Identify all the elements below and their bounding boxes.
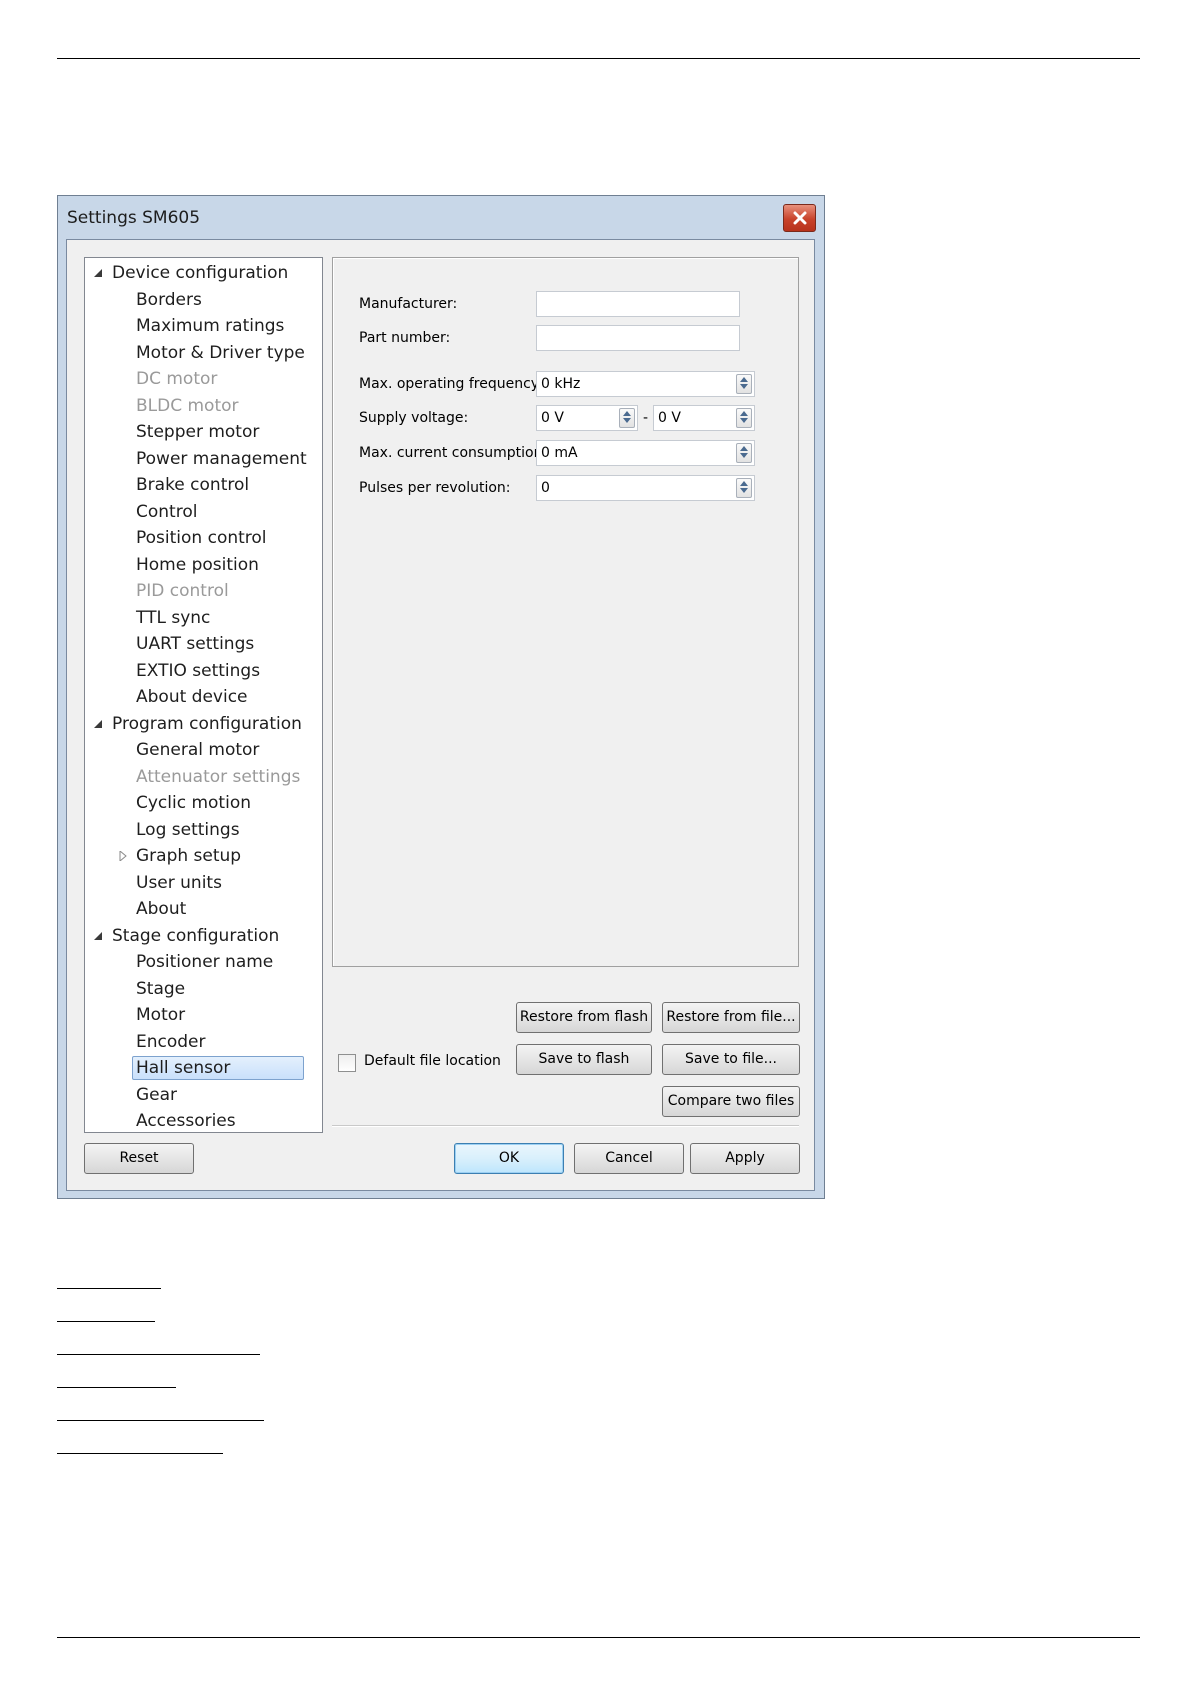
tree-item-pid-control[interactable]: PID control: [136, 579, 229, 603]
tree-item-device-configuration[interactable]: Device configuration: [112, 261, 288, 285]
collapse-arrow-icon[interactable]: [93, 719, 103, 729]
window-title: Settings SM605: [67, 208, 201, 228]
tree-item-borders[interactable]: Borders: [136, 288, 202, 312]
tree-item-accessories[interactable]: Accessories: [136, 1109, 236, 1133]
tree-item-ttl-sync[interactable]: TTL sync: [136, 606, 210, 630]
dialog-client: Device configuration Borders Maximum ratin…: [66, 239, 815, 1191]
tree-item-program-configuration[interactable]: Program configuration: [112, 712, 302, 736]
tree-item-stage-configuration[interactable]: Stage configuration: [112, 924, 279, 948]
max-current-label: Max. current consumption:: [359, 445, 548, 461]
max-current-value: 0 mA: [541, 445, 578, 461]
tree-item-brake-control[interactable]: Brake control: [136, 473, 249, 497]
max-current-input[interactable]: 0 mA: [536, 440, 755, 466]
ok-button[interactable]: OK: [454, 1143, 564, 1174]
restore-from-file-button[interactable]: Restore from file...: [662, 1002, 800, 1033]
tree-item-about[interactable]: About: [136, 897, 186, 921]
settings-window: Settings SM605 Device configuration Borde…: [57, 195, 825, 1199]
tree-item-stage[interactable]: Stage: [136, 977, 185, 1001]
spin-arrows-icon: [740, 411, 748, 423]
max-frequency-label: Max. operating frequency:: [359, 376, 543, 392]
default-file-location-checkbox[interactable]: [338, 1054, 356, 1072]
collapse-arrow-icon[interactable]: [93, 931, 103, 941]
supply-voltage-min-value: 0 V: [541, 410, 564, 426]
tree-item-stepper-motor[interactable]: Stepper motor: [136, 420, 259, 444]
tree-item-general-motor[interactable]: General motor: [136, 738, 259, 762]
spin-arrows-icon: [740, 377, 748, 389]
pulses-label: Pulses per revolution:: [359, 480, 511, 496]
pulses-spinner[interactable]: [736, 478, 752, 498]
tree-item-motor-driver-type[interactable]: Motor & Driver type: [136, 341, 305, 365]
part-number-label: Part number:: [359, 330, 451, 346]
spin-arrows-icon: [740, 481, 748, 493]
tree-item-hall-sensor[interactable]: Hall sensor: [132, 1056, 304, 1080]
footer-rule: [57, 1637, 1140, 1638]
link-underline[interactable]: [57, 1354, 260, 1355]
tree-item-about-device[interactable]: About device: [136, 685, 248, 709]
tree-item-bldc-motor[interactable]: BLDC motor: [136, 394, 239, 418]
tree-item-encoder[interactable]: Encoder: [136, 1030, 206, 1054]
pulses-input[interactable]: 0: [536, 475, 755, 501]
apply-button[interactable]: Apply: [690, 1143, 800, 1174]
manufacturer-input[interactable]: [536, 291, 740, 317]
spin-arrows-icon: [623, 411, 631, 423]
default-file-location-label: Default file location: [364, 1053, 501, 1069]
supply-voltage-min-spinner[interactable]: [619, 408, 635, 428]
tree-item-position-control[interactable]: Position control: [136, 526, 267, 550]
manufacturer-label: Manufacturer:: [359, 296, 458, 312]
part-number-input[interactable]: [536, 325, 740, 351]
hall-sensor-panel: Manufacturer: Part number: Max. operatin…: [332, 257, 799, 967]
supply-voltage-max-input[interactable]: 0 V: [653, 405, 755, 431]
restore-from-flash-button[interactable]: Restore from flash: [516, 1002, 652, 1033]
link-underline[interactable]: [57, 1288, 161, 1289]
link-underline[interactable]: [57, 1420, 264, 1421]
tree-item-dc-motor[interactable]: DC motor: [136, 367, 217, 391]
footer-separator: [332, 1125, 799, 1127]
save-to-flash-button[interactable]: Save to flash: [516, 1044, 652, 1075]
tree-item-log-settings[interactable]: Log settings: [136, 818, 240, 842]
tree-item-user-units[interactable]: User units: [136, 871, 222, 895]
max-current-spinner[interactable]: [736, 443, 752, 463]
supply-voltage-max-value: 0 V: [658, 410, 681, 426]
link-underline[interactable]: [57, 1453, 223, 1454]
tree-item-motor[interactable]: Motor: [136, 1003, 185, 1027]
close-icon: [793, 211, 807, 225]
settings-tree[interactable]: Device configuration Borders Maximum ratin…: [84, 257, 323, 1133]
header-rule: [57, 58, 1140, 59]
save-to-file-button[interactable]: Save to file...: [662, 1044, 800, 1075]
pulses-value: 0: [541, 480, 550, 496]
tree-item-gear[interactable]: Gear: [136, 1083, 177, 1107]
max-frequency-value: 0 kHz: [541, 376, 581, 392]
max-frequency-input[interactable]: 0 kHz: [536, 371, 755, 397]
reset-button[interactable]: Reset: [84, 1143, 194, 1174]
tree-item-graph-setup[interactable]: Graph setup: [136, 844, 241, 868]
tree-item-positioner-name[interactable]: Positioner name: [136, 950, 273, 974]
tree-item-home-position[interactable]: Home position: [136, 553, 259, 577]
tree-item-attenuator-settings[interactable]: Attenuator settings: [136, 765, 300, 789]
link-underline[interactable]: [57, 1321, 155, 1322]
supply-voltage-label: Supply voltage:: [359, 410, 469, 426]
supply-voltage-min-input[interactable]: 0 V: [536, 405, 638, 431]
close-button[interactable]: [783, 204, 816, 232]
cancel-button[interactable]: Cancel: [574, 1143, 684, 1174]
max-frequency-spinner[interactable]: [736, 374, 752, 394]
collapse-arrow-icon[interactable]: [93, 268, 103, 278]
expand-arrow-icon[interactable]: [118, 851, 128, 861]
compare-two-files-button[interactable]: Compare two files: [662, 1086, 800, 1117]
tree-item-cyclic-motion[interactable]: Cyclic motion: [136, 791, 251, 815]
tree-item-extio-settings[interactable]: EXTIO settings: [136, 659, 260, 683]
tree-item-control[interactable]: Control: [136, 500, 197, 524]
tree-item-uart-settings[interactable]: UART settings: [136, 632, 254, 656]
title-bar[interactable]: Settings SM605: [58, 196, 824, 240]
spin-arrows-icon: [740, 446, 748, 458]
tree-item-maximum-ratings[interactable]: Maximum ratings: [136, 314, 284, 338]
link-underline[interactable]: [57, 1387, 176, 1388]
tree-item-power-management[interactable]: Power management: [136, 447, 307, 471]
supply-voltage-separator: -: [643, 410, 649, 426]
supply-voltage-max-spinner[interactable]: [736, 408, 752, 428]
